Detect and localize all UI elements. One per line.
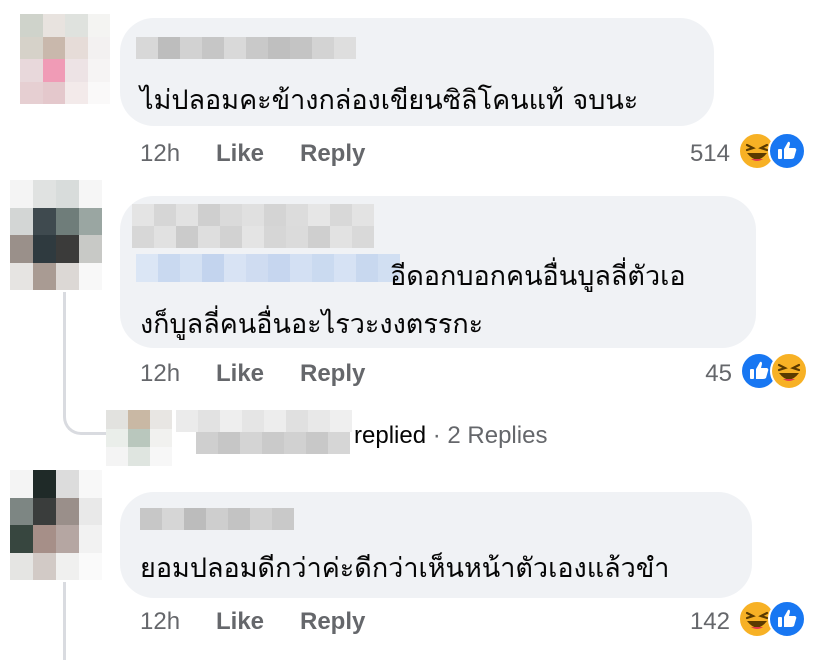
replier-name-line-2 [196, 432, 350, 454]
avatar[interactable] [10, 180, 102, 290]
replier-name[interactable] [176, 410, 352, 432]
mentioned-user-tag[interactable] [136, 254, 400, 282]
thread-curve [63, 404, 108, 435]
like-icon[interactable] [768, 132, 806, 170]
haha-icon[interactable] [770, 352, 808, 390]
replied-label: replied [354, 422, 427, 449]
thread-line [63, 292, 66, 410]
commenter-name[interactable] [136, 37, 356, 59]
comment-time[interactable]: 12h [140, 608, 180, 636]
commenter-name[interactable] [140, 508, 294, 530]
reply-link[interactable]: Reply [300, 360, 365, 388]
reaction-count[interactable]: 142 [670, 608, 730, 636]
reply-avatar[interactable] [106, 410, 172, 466]
reaction-count[interactable]: 514 [670, 140, 730, 168]
comment-time[interactable]: 12h [140, 140, 180, 168]
replies-count-link[interactable]: 2 Replies [447, 422, 547, 449]
comment-text-line-2: งก็บูลลี่คนอื่นอะไรวะงงตรรกะ [140, 309, 484, 340]
comment-time[interactable]: 12h [140, 360, 180, 388]
commenter-name[interactable] [132, 204, 374, 226]
like-link[interactable]: Like [216, 140, 264, 168]
like-link[interactable]: Like [216, 360, 264, 388]
reply-link[interactable]: Reply [300, 608, 365, 636]
comment-text: ยอมปลอมดีกว่าค่ะดีกว่าเห็นหน้าตัวเองแล้ว… [140, 553, 670, 584]
reply-link[interactable]: Reply [300, 140, 365, 168]
commenter-name-line-2 [132, 226, 374, 248]
reaction-count[interactable]: 45 [672, 360, 732, 388]
like-icon[interactable] [768, 600, 806, 638]
replies-summary[interactable]: replied · 2 Replies [354, 422, 547, 450]
avatar[interactable] [10, 470, 102, 580]
separator: · [432, 422, 441, 449]
like-link[interactable]: Like [216, 608, 264, 636]
avatar[interactable] [20, 14, 110, 104]
comment-text: ไม่ปลอมคะข้างกล่องเขียนซิลิโคนแท้ จบนะ [140, 85, 639, 116]
thread-line [63, 582, 66, 660]
comment-text: อีดอกบอกคนอื่นบูลลี่ตัวเอ [390, 261, 686, 292]
